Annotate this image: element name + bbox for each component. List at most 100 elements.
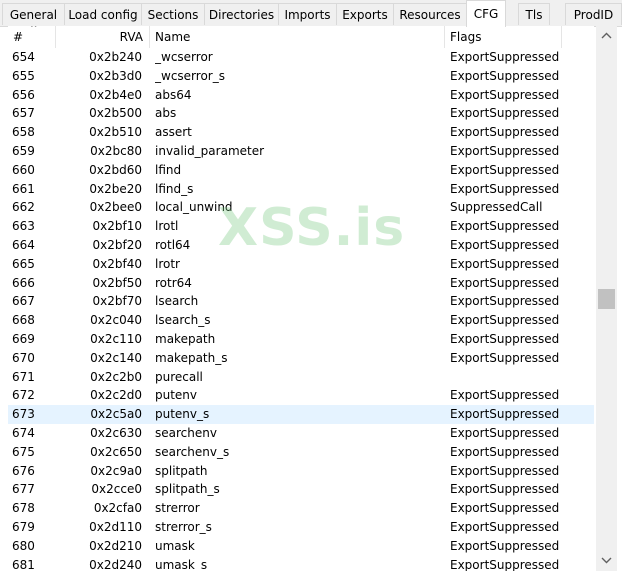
row-number: 678	[12, 501, 35, 516]
row-rva: 0x2c650	[90, 444, 142, 459]
tab-directories[interactable]: Directories	[204, 3, 279, 25]
tab-resources[interactable]: Resources	[393, 3, 467, 25]
row-number: 680	[12, 538, 35, 553]
table-row[interactable]: 680 0x2d210 umask ExportSuppressed	[8, 537, 594, 556]
chevron-up-icon[interactable]	[596, 26, 617, 46]
column-header-flags[interactable]: Flags	[445, 26, 562, 48]
cfg-table[interactable]: # ^ RVA Name Flags 654 0x2b240 _wcserror Ex…	[8, 26, 594, 571]
row-number: 667	[12, 294, 35, 309]
row-name: lfind_s	[155, 181, 194, 196]
row-flags: ExportSuppressed	[450, 519, 560, 534]
row-name: purecall	[155, 369, 203, 384]
vertical-scrollbar[interactable]	[596, 26, 617, 571]
row-number: 663	[12, 219, 35, 234]
row-rva: 0x2c630	[90, 425, 142, 440]
row-rva: 0x2d240	[89, 557, 142, 571]
row-rva: 0x2bf20	[92, 237, 142, 252]
row-name: strerror	[155, 501, 200, 516]
column-header-name[interactable]: Name	[150, 26, 445, 48]
table-row[interactable]: 663 0x2bf10 lrotl ExportSuppressed	[8, 217, 594, 236]
row-name: umask_s	[155, 557, 208, 571]
row-rva: 0x2c9a0	[90, 463, 142, 478]
row-name: searchenv_s	[155, 444, 230, 459]
table-row[interactable]: 676 0x2c9a0 splitpath ExportSuppressed	[8, 462, 594, 481]
row-number: 676	[12, 463, 35, 478]
table-row[interactable]: 659 0x2bc80 invalid_parameter ExportSuppres…	[8, 142, 594, 161]
row-rva: 0x2b4e0	[89, 87, 142, 102]
row-rva: 0x2bee0	[89, 200, 142, 215]
table-row[interactable]: 661 0x2be20 lfind_s ExportSuppressed	[8, 180, 594, 199]
tab-cfg[interactable]: CFG	[466, 0, 506, 27]
row-name: lfind	[155, 162, 182, 177]
scrollbar-thumb[interactable]	[598, 288, 615, 309]
row-name: strerror_s	[155, 519, 212, 534]
row-rva: 0x2bf70	[92, 294, 142, 309]
row-rva: 0x2cce0	[91, 482, 142, 497]
row-flags: ExportSuppressed	[450, 87, 560, 102]
column-header-rva[interactable]: RVA	[56, 26, 150, 48]
row-flags: ExportSuppressed	[450, 275, 560, 290]
row-rva: 0x2c5a0	[90, 407, 142, 422]
row-name: _wcserror_s	[155, 68, 225, 83]
table-row[interactable]: 667 0x2bf70 lsearch ExportSuppressed	[8, 292, 594, 311]
row-name: lrotl	[155, 219, 179, 234]
tab-prodid[interactable]: ProdID	[565, 3, 622, 25]
column-header-number[interactable]: # ^	[8, 26, 56, 48]
row-flags: ExportSuppressed	[450, 125, 560, 140]
table-row[interactable]: 674 0x2c630 searchenv ExportSuppressed	[8, 424, 594, 443]
table-row[interactable]: 672 0x2c2d0 putenv ExportSuppressed	[8, 386, 594, 405]
row-rva: 0x2bc80	[90, 143, 142, 158]
row-number: 679	[12, 519, 35, 534]
row-rva: 0x2bd60	[89, 162, 142, 177]
tab-tls[interactable]: Tls	[518, 3, 550, 25]
row-number: 669	[12, 331, 35, 346]
row-name: local_unwind	[155, 200, 233, 215]
row-number: 655	[12, 68, 35, 83]
table-row[interactable]: 664 0x2bf20 rotl64 ExportSuppressed	[8, 236, 594, 255]
table-row[interactable]: 668 0x2c040 lsearch_s ExportSuppressed	[8, 311, 594, 330]
row-rva: 0x2c040	[90, 313, 142, 328]
table-row[interactable]: 657 0x2b500 abs ExportSuppressed	[8, 104, 594, 123]
table-row[interactable]: 670 0x2c140 makepath_s ExportSuppressed	[8, 349, 594, 368]
row-name: assert	[155, 125, 192, 140]
row-rva: 0x2d210	[89, 538, 142, 553]
row-flags: ExportSuppressed	[450, 350, 560, 365]
row-name: umask	[155, 538, 195, 553]
table-row[interactable]: 673 0x2c5a0 putenv_s ExportSuppressed	[8, 405, 594, 424]
row-flags: ExportSuppressed	[450, 425, 560, 440]
row-number: 673	[12, 407, 35, 422]
chevron-down-icon[interactable]	[596, 551, 617, 571]
row-flags: ExportSuppressed	[450, 444, 560, 459]
row-rva: 0x2c2d0	[90, 388, 142, 403]
row-number: 654	[12, 50, 35, 64]
row-rva: 0x2b3d0	[89, 68, 142, 83]
row-number: 674	[12, 425, 35, 440]
table-row[interactable]: 666 0x2bf50 rotr64 ExportSuppressed	[8, 274, 594, 293]
row-flags: ExportSuppressed	[450, 106, 560, 121]
row-number: 657	[12, 106, 35, 121]
tab-imports[interactable]: Imports	[278, 3, 337, 25]
tab-load-config[interactable]: Load config	[64, 3, 142, 25]
table-row[interactable]: 671 0x2c2b0 purecall	[8, 368, 594, 387]
row-number: 665	[12, 256, 35, 271]
row-number: 664	[12, 237, 35, 252]
table-row[interactable]: 669 0x2c110 makepath ExportSuppressed	[8, 330, 594, 349]
table-row[interactable]: 679 0x2d110 strerror_s ExportSuppressed	[8, 518, 594, 537]
table-row[interactable]: 658 0x2b510 assert ExportSuppressed	[8, 123, 594, 142]
table-row[interactable]: 681 0x2d240 umask_s ExportSuppressed	[8, 556, 594, 571]
table-row[interactable]: 678 0x2cfa0 strerror ExportSuppressed	[8, 499, 594, 518]
table-row[interactable]: 654 0x2b240 _wcserror ExportSuppressed	[8, 48, 594, 67]
table-row[interactable]: 662 0x2bee0 local_unwind SuppressedCall	[8, 198, 594, 217]
table-row[interactable]: 665 0x2bf40 lrotr ExportSuppressed	[8, 255, 594, 274]
table-row[interactable]: 656 0x2b4e0 abs64 ExportSuppressed	[8, 86, 594, 105]
tab-sections[interactable]: Sections	[141, 3, 205, 25]
table-row[interactable]: 675 0x2c650 searchenv_s ExportSuppressed	[8, 443, 594, 462]
tab-exports[interactable]: Exports	[336, 3, 394, 25]
row-number: 661	[12, 181, 35, 196]
table-row[interactable]: 655 0x2b3d0 _wcserror_s ExportSuppressed	[8, 67, 594, 86]
tab-general[interactable]: General	[2, 3, 65, 25]
row-flags: ExportSuppressed	[450, 219, 560, 234]
table-header: # ^ RVA Name Flags	[8, 26, 594, 48]
table-row[interactable]: 660 0x2bd60 lfind ExportSuppressed	[8, 161, 594, 180]
table-row[interactable]: 677 0x2cce0 splitpath_s ExportSuppressed	[8, 480, 594, 499]
